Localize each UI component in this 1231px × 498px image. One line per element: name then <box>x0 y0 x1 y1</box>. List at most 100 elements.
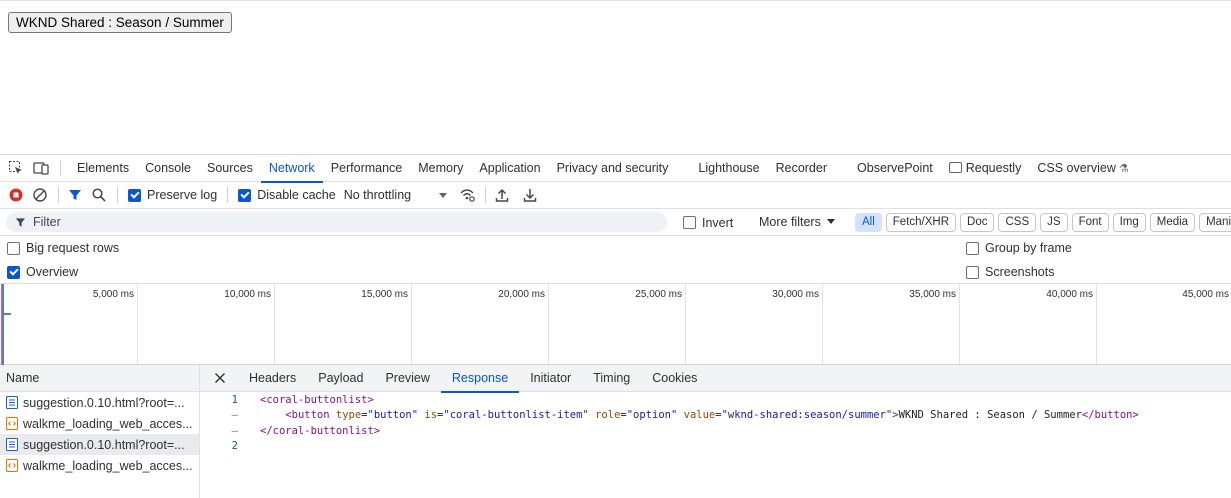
invert-checkbox[interactable]: Invert <box>683 209 733 236</box>
season-summer-button[interactable]: WKND Shared : Season / Summer <box>8 12 232 33</box>
dom-content-loaded-marker <box>2 284 4 365</box>
tab-recorder[interactable]: Recorder <box>768 155 835 182</box>
network-settings: Big request rows Overview Group by frame… <box>0 236 1231 284</box>
group-by-frame-label: Group by frame <box>985 241 1072 255</box>
tab-elements[interactable]: Elements <box>69 155 137 182</box>
import-har-icon[interactable] <box>494 187 510 203</box>
big-request-rows-check[interactable] <box>7 241 20 255</box>
code-value: "coral-buttonlist-item" <box>443 409 589 422</box>
filter-funnel-icon[interactable] <box>67 187 83 203</box>
filter-input[interactable] <box>33 215 633 229</box>
filter-chip-img[interactable]: Img <box>1112 213 1146 232</box>
line-number: – <box>231 424 238 437</box>
network-conditions-icon[interactable] <box>459 187 475 203</box>
tab-cookies[interactable]: Cookies <box>641 365 708 392</box>
experiment-flask-icon: ⚗ <box>1118 162 1129 175</box>
tab-privacy-and-security[interactable]: Privacy and security <box>549 155 677 182</box>
tab-memory[interactable]: Memory <box>410 155 471 182</box>
timeline-tick-label: 35,000 ms <box>909 289 956 300</box>
name-column-header[interactable]: Name <box>0 365 199 392</box>
overview-timeline[interactable]: 5,000 ms 10,000 ms 15,000 ms 20,000 ms 2… <box>0 284 1231 365</box>
clear-log-icon[interactable] <box>32 187 48 203</box>
request-name: walkme_loading_web_acces... <box>23 416 193 431</box>
request-row[interactable]: walkme_loading_web_acces... <box>0 413 199 434</box>
code-attr: is <box>418 409 438 422</box>
filter-chip-fetch-xhr[interactable]: Fetch/XHR <box>885 213 957 232</box>
toolbar-separator <box>117 187 118 203</box>
filter-chip-css[interactable]: CSS <box>998 213 1037 232</box>
group-by-frame-check[interactable] <box>966 241 979 255</box>
response-code-view[interactable]: 1 <coral-buttonlist> – <button type="but… <box>200 392 1231 498</box>
tab-observepoint[interactable]: ObservePoint <box>849 155 941 182</box>
throttling-select[interactable]: No throttling <box>343 188 448 202</box>
close-icon[interactable] <box>213 371 227 385</box>
tab-console[interactable]: Console <box>137 155 199 182</box>
overview-check[interactable] <box>7 265 20 279</box>
tab-performance[interactable]: Performance <box>323 155 411 182</box>
filter-chip-font[interactable]: Font <box>1071 213 1109 232</box>
timeline-gridline <box>959 284 960 364</box>
timeline-gridline <box>137 284 138 364</box>
screenshots-label: Screenshots <box>985 265 1055 279</box>
preserve-log-check[interactable] <box>128 188 141 202</box>
filter-input-wrap[interactable] <box>6 212 667 232</box>
tab-application[interactable]: Application <box>471 155 548 182</box>
timeline-tick-label: 15,000 ms <box>361 289 408 300</box>
filter-icon <box>15 217 26 227</box>
stop-recording-icon[interactable] <box>8 187 24 203</box>
disable-cache-check[interactable] <box>238 188 252 202</box>
inspect-element-icon[interactable] <box>7 159 25 177</box>
tab-payload[interactable]: Payload <box>307 365 374 392</box>
timeline-tick-label: 10,000 ms <box>224 289 271 300</box>
code-tag: <button <box>285 409 330 422</box>
preserve-log-checkbox[interactable]: Preserve log <box>128 188 217 202</box>
group-by-frame-checkbox[interactable]: Group by frame <box>966 236 1072 260</box>
timeline-tick-label: 45,000 ms <box>1182 289 1229 300</box>
disable-cache-checkbox[interactable]: Disable cache <box>238 188 336 202</box>
overview-checkbox[interactable]: Overview <box>7 260 78 284</box>
line-number: 1 <box>231 393 238 406</box>
tab-css-overview[interactable]: CSS overview ⚗ <box>1029 155 1136 182</box>
tab-preview[interactable]: Preview <box>374 365 440 392</box>
document-file-icon <box>6 396 18 409</box>
preserve-log-label: Preserve log <box>147 188 218 202</box>
code-value: "option" <box>626 409 678 422</box>
request-name: suggestion.0.10.html?root=... <box>23 395 185 410</box>
filter-chip-js[interactable]: JS <box>1040 213 1068 232</box>
request-row-selected[interactable]: suggestion.0.10.html?root=... <box>0 434 199 455</box>
timeline-gridline <box>411 284 412 364</box>
request-row[interactable]: suggestion.0.10.html?root=... <box>0 392 199 413</box>
throttling-value: No throttling <box>343 188 412 202</box>
tab-timing[interactable]: Timing <box>582 365 641 392</box>
code-text: <coral-buttonlist> <box>260 393 374 406</box>
tab-headers[interactable]: Headers <box>238 365 307 392</box>
screenshots-checkbox[interactable]: Screenshots <box>966 260 1054 284</box>
tab-lighthouse[interactable]: Lighthouse <box>690 155 767 182</box>
page-content: WKND Shared : Season / Summer <box>0 0 1231 154</box>
invert-check[interactable] <box>683 216 696 229</box>
filter-chip-manifest[interactable]: Manife <box>1199 213 1231 232</box>
code-attr: role <box>588 409 621 422</box>
timeline-gridline <box>822 284 823 364</box>
big-request-rows-checkbox[interactable]: Big request rows <box>7 236 119 260</box>
tab-requestly[interactable]: Requestly <box>941 155 1030 182</box>
filter-chip-all[interactable]: All <box>855 213 882 232</box>
tab-initiator[interactable]: Initiator <box>519 365 582 392</box>
code-value: "wknd-shared:season/summer" <box>721 409 893 422</box>
export-har-icon[interactable] <box>522 187 538 203</box>
more-filters-dropdown[interactable]: More filters <box>759 209 835 236</box>
device-toolbar-icon[interactable] <box>32 159 50 177</box>
code-line: – </coral-buttonlist> <box>200 423 1231 439</box>
search-icon[interactable] <box>91 187 107 203</box>
filter-chip-media[interactable]: Media <box>1149 213 1196 232</box>
timeline-gridline <box>548 284 549 364</box>
request-row[interactable]: walkme_loading_web_acces... <box>0 455 199 476</box>
tab-sources[interactable]: Sources <box>199 155 261 182</box>
filter-chip-doc[interactable]: Doc <box>960 213 995 232</box>
tab-response[interactable]: Response <box>440 365 520 393</box>
requestly-icon <box>948 161 962 173</box>
request-name: walkme_loading_web_acces... <box>23 458 193 473</box>
screenshots-check[interactable] <box>966 265 979 279</box>
request-detail-pane: Headers Payload Preview Response Initiat… <box>200 365 1231 498</box>
tab-network[interactable]: Network <box>260 155 323 183</box>
